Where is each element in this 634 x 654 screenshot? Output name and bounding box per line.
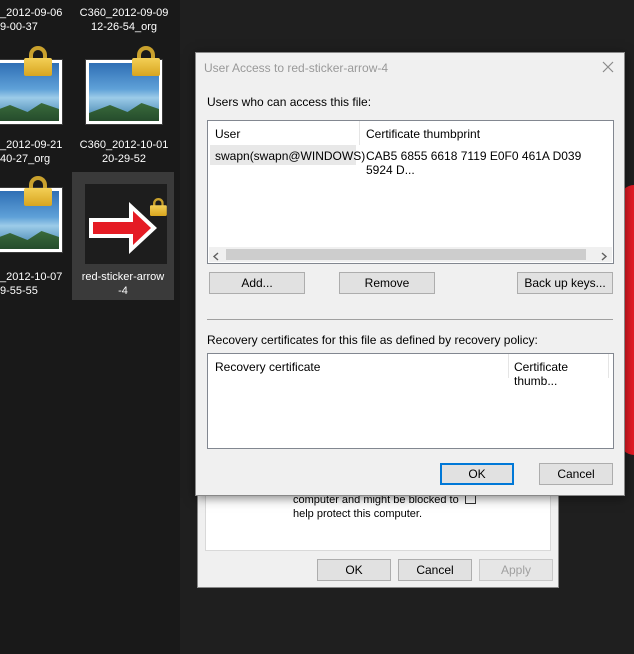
horizontal-scrollbar[interactable] [209,247,612,262]
properties-ok-button[interactable]: OK [317,559,391,581]
column-header-thumbprint[interactable]: Certificate thumbprint [366,127,480,141]
red-arrow-icon [89,202,157,254]
user-access-dialog: User Access to red-sticker-arrow-4 Users… [195,52,625,496]
scrollbar-thumb[interactable] [226,249,586,260]
dialog-title: User Access to red-sticker-arrow-4 [204,61,389,75]
add-button[interactable]: Add... [209,272,305,294]
row-user: swapn(swapn@WINDOWS) [215,149,366,163]
scroll-left-icon[interactable] [211,249,222,261]
security-text-line: help protect this computer. [293,508,423,520]
desktop-icon-label: red-sticker-arrow -4 [81,271,165,297]
column-divider [508,354,509,378]
desktop-icon-label[interactable]: C360_2012-09-09 12-26-54_org [72,6,176,34]
recovery-list[interactable]: Recovery certificate Certificate thumb..… [207,353,614,449]
scroll-right-icon[interactable] [598,249,609,261]
users-list[interactable]: User Certificate thumbprint swapn(swapn@… [207,120,614,264]
remove-button[interactable]: Remove [339,272,435,294]
cancel-button[interactable]: Cancel [539,463,613,485]
lock-icon [150,198,167,216]
properties-dialog-background: computer and might be blocked to help pr… [197,480,559,588]
table-row[interactable]: swapn(swapn@WINDOWS) CAB5 6855 6618 7119… [210,145,610,177]
recovery-label: Recovery certificates for this file as d… [207,333,538,347]
separator [207,319,613,320]
users-label: Users who can access this file: [207,95,372,109]
desktop-icon-label[interactable]: _2012-10-07 9-55-55 [0,270,66,298]
close-icon[interactable] [598,57,618,77]
lock-icon [24,46,52,76]
ok-button[interactable]: OK [440,463,514,485]
properties-cancel-button[interactable]: Cancel [398,559,472,581]
desktop-icon-label[interactable]: _2012-09-06 9-00-37 [0,6,66,34]
properties-apply-button: Apply [479,559,553,581]
column-header-recovery-certificate[interactable]: Recovery certificate [215,360,320,374]
desktop-icon-label[interactable]: _2012-09-21 40-27_org [0,138,66,166]
selected-desktop-icon[interactable]: red-sticker-arrow -4 [72,172,174,300]
lock-icon [132,46,160,76]
arrow-image-thumbnail [85,184,167,264]
row-thumbprint: CAB5 6855 6618 7119 E0F0 461A D039 5924 … [366,149,582,177]
column-divider [359,121,360,145]
lock-icon [24,176,52,206]
backup-keys-button[interactable]: Back up keys... [517,272,613,294]
column-divider [608,354,609,378]
desktop-icon-label[interactable]: C360_2012-10-01 20-29-52 [72,138,176,166]
column-header-certificate-thumb[interactable]: Certificate thumb... [514,360,613,388]
column-header-user[interactable]: User [215,127,240,141]
